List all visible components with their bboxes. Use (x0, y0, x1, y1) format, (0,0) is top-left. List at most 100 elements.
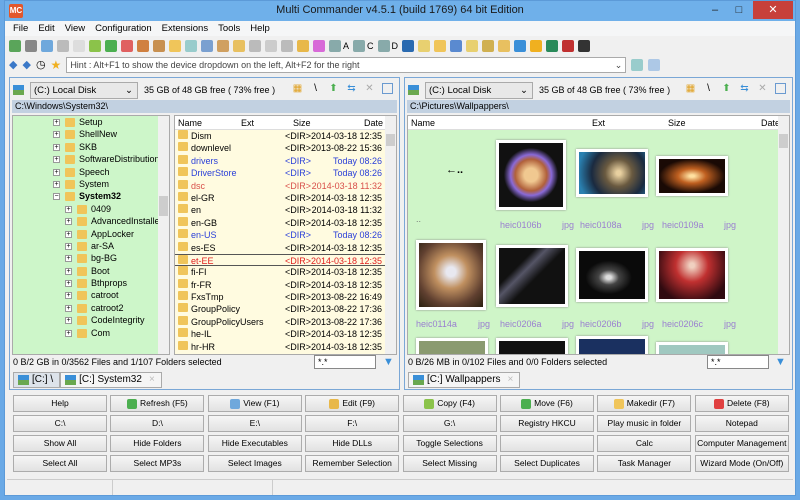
back-icon[interactable]: ◆ (9, 58, 17, 71)
right-filter-input[interactable]: *.* (707, 355, 769, 369)
left-filter-input[interactable]: *.* (314, 355, 376, 369)
tree-scrollbar[interactable] (158, 116, 169, 354)
tree-item[interactable]: + catroot (13, 289, 169, 301)
menu-file[interactable]: File (13, 21, 28, 36)
thumbnail-name[interactable]: heic0108a (580, 220, 622, 230)
menu-view[interactable]: View (65, 21, 85, 36)
tab-right[interactable]: [C:] Wallpappers × (408, 372, 521, 388)
filter-icon[interactable]: ▼ (383, 356, 394, 368)
thumbnail-name[interactable]: heic0106b (500, 220, 542, 230)
toolbar-button-icon[interactable] (450, 39, 463, 52)
right-drive-dropdown[interactable]: (C:) Local Disk ⌄ (425, 81, 533, 99)
file-row[interactable]: et-EE <DIR> 2014-03-18 12:35 (175, 253, 396, 267)
tree-item[interactable]: + AdvancedInstallers (13, 215, 169, 227)
file-row[interactable]: en-GB <DIR> 2014-03-18 12:35 (175, 216, 396, 229)
toolbar-button-icon[interactable] (562, 39, 575, 52)
button-hide-folders[interactable]: Hide Folders (110, 435, 205, 452)
toolbar-button-icon[interactable] (73, 39, 85, 52)
toolbar-button-icon[interactable] (25, 39, 37, 52)
col-date[interactable]: Date (364, 116, 383, 130)
toolbar-button-icon[interactable] (313, 39, 325, 52)
button-computer-management[interactable]: Computer Management (694, 435, 789, 452)
expand-icon[interactable]: − (53, 193, 60, 201)
file-row[interactable]: hr-HR <DIR> 2014-03-18 12:35 (175, 340, 396, 353)
thumbnail-name[interactable]: heic0114a (416, 319, 457, 329)
toolbar-button-icon[interactable] (546, 39, 559, 52)
save-icon[interactable] (648, 58, 661, 71)
tree-item[interactable]: + Speech (13, 166, 169, 178)
drive-c-icon[interactable] (353, 39, 366, 52)
col-name[interactable]: Name (411, 116, 435, 130)
col-size[interactable]: Size (293, 116, 311, 130)
file-row[interactable]: DriverStore <DIR> Today 08:26 (175, 167, 396, 179)
button-f[interactable]: F:\ (305, 415, 400, 432)
toolbar-button-icon[interactable] (105, 39, 117, 52)
expand-icon[interactable]: + (53, 143, 60, 151)
toolbar-button-icon[interactable] (153, 39, 165, 52)
toolbar-button-icon[interactable] (482, 39, 495, 52)
thumbnail-name[interactable]: heic0206b (580, 319, 622, 329)
expand-icon[interactable]: + (65, 317, 72, 325)
tree-item[interactable]: + Boot (13, 265, 169, 277)
button-d[interactable]: D:\ (110, 415, 205, 432)
toolbar-button-icon[interactable] (297, 39, 309, 52)
toolbar-button-icon[interactable] (57, 39, 69, 52)
list-scrollbar[interactable] (385, 116, 396, 354)
favorites-star-icon[interactable]: ★ (51, 58, 62, 72)
expand-icon[interactable]: + (65, 242, 72, 250)
tree-item[interactable]: + CodeIntegrity (13, 314, 169, 326)
button-copy-f4[interactable]: Copy (F4) (402, 395, 497, 412)
col-size[interactable]: Size (668, 116, 686, 130)
tree-item[interactable]: +0409 (13, 203, 169, 215)
button-calc[interactable]: Calc (597, 435, 692, 452)
expand-icon[interactable]: + (53, 119, 60, 126)
button-registry-hkcu[interactable]: Registry HKCU (500, 415, 594, 432)
button-refresh-f5[interactable]: Refresh (F5) (110, 395, 205, 412)
toolbar-button-icon[interactable] (466, 39, 479, 52)
button-hide-executables[interactable]: Hide Executables (207, 435, 302, 452)
command-line-icon[interactable] (631, 58, 644, 71)
file-row[interactable]: drivers <DIR> Today 08:26 (175, 154, 396, 167)
toolbar-button-icon[interactable] (249, 39, 261, 52)
tree-item[interactable]: + Setup (13, 116, 169, 128)
drive-d-icon[interactable] (377, 39, 390, 52)
button-wizard-mode-on-off[interactable]: Wizard Mode (On/Off) (694, 455, 789, 472)
button-empty[interactable] (500, 435, 594, 452)
filter-icon[interactable]: ▼ (775, 356, 786, 368)
file-row[interactable]: fr-FR <DIR> 2014-03-18 12:35 (175, 278, 396, 291)
tab-close-icon[interactable]: × (149, 373, 155, 387)
button-select-mp3s[interactable]: Select MP3s (110, 455, 205, 472)
tree-item[interactable]: + SoftwareDistribution (13, 153, 169, 165)
button-task-manager[interactable]: Task Manager (597, 455, 692, 472)
thumbnail-image[interactable] (576, 149, 648, 197)
expand-icon[interactable]: + (65, 255, 72, 263)
thumbnail-image[interactable] (496, 245, 568, 307)
expand-icon[interactable]: + (53, 180, 60, 188)
up-folder-icon[interactable]: ⬆ (328, 83, 339, 94)
expand-icon[interactable]: + (65, 292, 72, 300)
toolbar-button-icon[interactable] (233, 39, 245, 52)
thumbnail-image[interactable] (656, 156, 728, 196)
button-show-all[interactable]: Show All (13, 435, 107, 452)
col-ext[interactable]: Ext (241, 116, 254, 130)
folders-icon[interactable]: ▦ (685, 83, 696, 94)
expand-icon[interactable]: + (65, 205, 72, 213)
thumbnail-image[interactable] (496, 140, 566, 210)
button-delete-f8[interactable]: Delete (F8) (694, 395, 789, 412)
right-path-bar[interactable]: C:\Pictures\Wallpappers\ (407, 100, 790, 113)
root-icon[interactable]: \ (310, 83, 321, 94)
button-select-images[interactable]: Select Images (207, 455, 302, 472)
file-row[interactable]: FxsTmp <DIR> 2013-08-22 16:49 (175, 291, 396, 303)
col-ext[interactable]: Ext (592, 116, 605, 130)
parent-folder-arrow[interactable]: ←.. (446, 164, 463, 176)
folders-icon[interactable]: ▦ (292, 83, 303, 94)
expand-icon[interactable]: + (53, 168, 60, 176)
button-g[interactable]: G:\ (402, 415, 497, 432)
toolbar-button-icon[interactable] (41, 39, 53, 52)
pin-icon[interactable]: ✕ (757, 83, 768, 94)
button-hide-dlls[interactable]: Hide DLLs (305, 435, 400, 452)
button-select-missing[interactable]: Select Missing (402, 455, 497, 472)
tree-item[interactable]: + Bthprops (13, 277, 169, 289)
chevron-down-icon[interactable]: ⌄ (615, 58, 623, 72)
button-notepad[interactable]: Notepad (694, 415, 789, 432)
